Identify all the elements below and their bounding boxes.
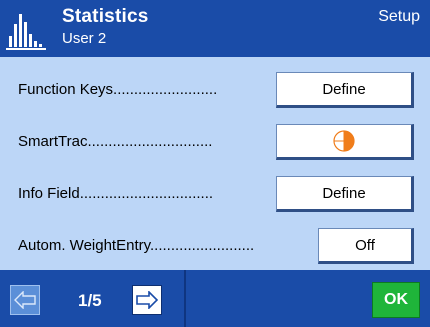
row-autom-weight-entry: Autom. WeightEntry......................…: [0, 223, 430, 269]
info-field-label: Info Field..............................…: [18, 185, 214, 202]
ok-button[interactable]: OK: [372, 282, 420, 318]
balance-screen: Statistics User 2 Setup Function Keys...…: [0, 0, 430, 327]
arrow-right-icon: [136, 291, 158, 309]
page-indicator: 1/5: [78, 291, 102, 310]
mode-label: Setup: [378, 8, 420, 25]
autom-weight-entry-off-button[interactable]: Off: [318, 228, 414, 264]
footer-divider: [184, 270, 186, 327]
header-bar: Statistics User 2 Setup: [0, 0, 430, 57]
user-label: User 2: [62, 30, 107, 47]
smarttrac-icon: [333, 130, 355, 152]
info-field-define-button[interactable]: Define: [276, 176, 414, 212]
next-page-button[interactable]: [132, 285, 162, 315]
bar-chart-icon: [6, 14, 46, 50]
autom-weight-entry-label: Autom. WeightEntry......................…: [18, 237, 255, 254]
row-function-keys: Function Keys......................... D…: [0, 67, 430, 113]
function-keys-define-button[interactable]: Define: [276, 72, 414, 108]
smarttrac-button[interactable]: [276, 124, 414, 160]
arrow-left-icon: [14, 291, 36, 309]
previous-page-button[interactable]: [10, 285, 40, 315]
page-title: Statistics: [62, 6, 149, 27]
row-smarttrac: SmartTrac..............................: [0, 119, 430, 165]
row-info-field: Info Field..............................…: [0, 171, 430, 217]
settings-list: Function Keys......................... D…: [0, 57, 430, 270]
smarttrac-label: SmartTrac..............................: [18, 133, 213, 150]
footer-bar: 1/5 OK: [0, 270, 430, 327]
function-keys-label: Function Keys.........................: [18, 81, 218, 98]
